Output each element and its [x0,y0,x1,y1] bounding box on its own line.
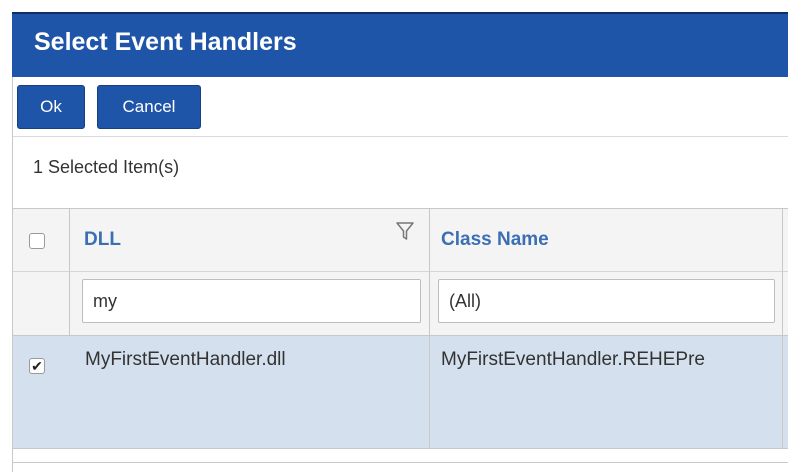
column-header-class-name[interactable]: Class Name [441,229,549,251]
toolbar: Ok Cancel [13,77,788,137]
filter-icon[interactable] [395,220,415,242]
selected-count-status: 1 Selected Item(s) [33,157,180,177]
dialog-title-bar: Select Event Handlers [12,12,788,77]
dialog-bottom-divider [12,462,788,463]
ok-button[interactable]: Ok [17,85,85,129]
checkmark-icon: ✔ [31,358,43,374]
grid-header-row: DLL Class Name [13,209,788,272]
dialog-content: Ok Cancel 1 Selected Item(s) DLL Class N… [12,77,788,472]
grid-filter-row [13,272,788,336]
class-name-cell: MyFirstEventHandler.REHEPre [441,349,705,370]
select-all-checkbox[interactable] [29,233,45,249]
table-row[interactable]: ✔ MyFirstEventHandler.dll MyFirstEventHa… [13,336,788,449]
column-divider[interactable] [429,209,430,449]
dll-filter-input[interactable] [82,279,421,323]
cancel-button[interactable]: Cancel [97,85,201,129]
row-checkbox[interactable]: ✔ [29,358,45,374]
dll-cell: MyFirstEventHandler.dll [85,349,286,370]
select-event-handlers-dialog: Select Event Handlers Ok Cancel 1 Select… [0,0,788,472]
column-header-dll[interactable]: DLL [84,229,121,251]
column-divider [69,209,70,336]
column-divider[interactable] [782,209,783,449]
class-name-filter-input[interactable] [438,279,775,323]
event-handler-grid: DLL Class Name ✔ MyFirstEventHandler.dll… [13,208,788,449]
dialog-title: Select Event Handlers [34,28,297,56]
